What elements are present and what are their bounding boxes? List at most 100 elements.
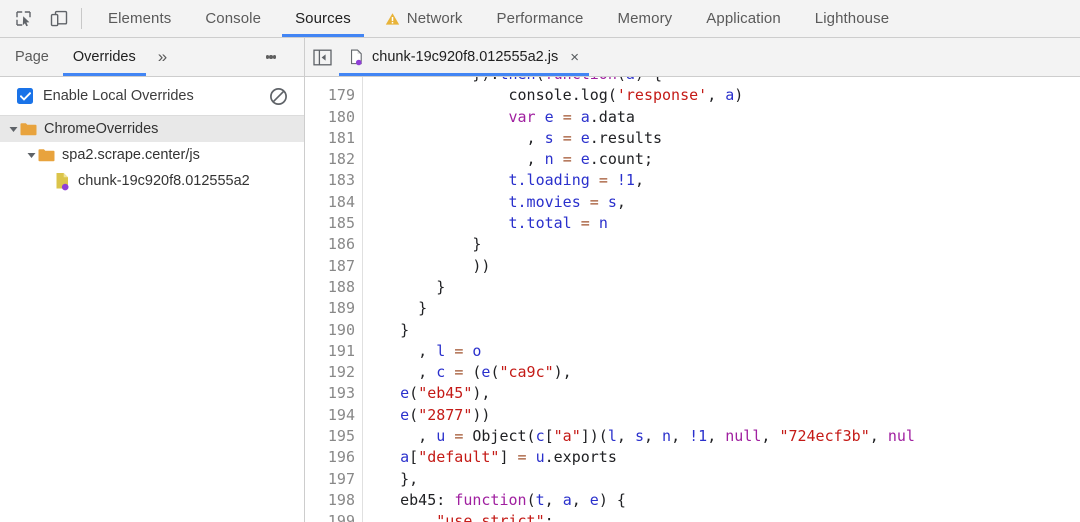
clear-configuration-button[interactable]: [269, 77, 288, 115]
navigator-tab-overrides[interactable]: Overrides: [61, 38, 148, 76]
code-line[interactable]: }: [364, 234, 1080, 255]
code-line[interactable]: , s = e.results: [364, 128, 1080, 149]
line-number: 181: [327, 128, 355, 147]
line-number: 185: [327, 214, 355, 233]
tree-item-chrome-overrides[interactable]: ChromeOverrides: [0, 116, 304, 142]
tab-console[interactable]: Console: [188, 0, 278, 37]
code-line[interactable]: e("eb45"),: [364, 383, 1080, 404]
code-token: u: [436, 427, 446, 446]
code-line[interactable]: }: [364, 320, 1080, 341]
code-line[interactable]: , c = (e("ca9c"),: [364, 362, 1080, 383]
toggle-navigator-button[interactable]: [305, 38, 339, 76]
tab-network[interactable]: Network: [368, 0, 480, 37]
enable-local-overrides-row[interactable]: Enable Local Overrides: [17, 88, 194, 104]
code-line[interactable]: }: [364, 277, 1080, 298]
navigator-tab-page[interactable]: Page: [0, 38, 61, 76]
code-content[interactable]: }).then(function(a) { console.log('respo…: [363, 77, 1080, 522]
code-token: a: [562, 490, 572, 509]
code-token: =: [517, 448, 527, 467]
code-token: =: [580, 214, 590, 233]
code-viewport[interactable]: 1781791801811821831841851861871881891901…: [305, 77, 1080, 522]
code-line[interactable]: , n = e.count;: [364, 149, 1080, 170]
tab-lighthouse-label: Lighthouse: [814, 10, 890, 27]
code-token: (: [409, 405, 419, 424]
code-token: [: [409, 448, 419, 467]
navigator-more-tabs-button[interactable]: »: [148, 38, 177, 76]
tree-item-spa2-scrape-center-js[interactable]: spa2.scrape.center/js: [0, 142, 304, 168]
code-token: (: [409, 384, 419, 403]
code-token: t: [535, 490, 545, 509]
code-line[interactable]: t.total = n: [364, 213, 1080, 234]
line-number: 190: [327, 320, 355, 339]
code-line[interactable]: a["default"] = u.exports: [364, 447, 1080, 468]
tab-memory[interactable]: Memory: [601, 0, 690, 37]
code-token: t: [508, 214, 518, 233]
line-number: 188: [327, 277, 355, 296]
code-token: e: [400, 405, 410, 424]
code-token: !1: [689, 427, 708, 446]
code-token: )): [364, 256, 491, 275]
line-number: 193: [327, 384, 355, 403]
tree-item-chunk-file[interactable]: chunk-19c920f8.012555a2: [0, 168, 304, 194]
code-token: ),: [553, 363, 572, 382]
tree-item-label: ChromeOverrides: [44, 121, 159, 137]
line-number: 192: [327, 363, 355, 382]
code-token: l: [436, 341, 446, 360]
code-line[interactable]: }).then(function(a) {: [364, 77, 1080, 85]
tab-lighthouse[interactable]: Lighthouse: [798, 0, 906, 37]
code-line[interactable]: , u = Object(c["a"])(l, s, n, !1, null, …: [364, 426, 1080, 447]
enable-local-overrides-checkbox[interactable]: [17, 88, 33, 104]
line-number: 186: [327, 235, 355, 254]
tab-network-label: Network: [406, 10, 463, 27]
code-line[interactable]: console.log('response', a): [364, 85, 1080, 106]
sources-panel: Page Overrides » Enable Local Overrides …: [0, 38, 1080, 522]
code-token: t: [508, 192, 518, 211]
code-line[interactable]: t.movies = s,: [364, 192, 1080, 213]
code-token: s: [634, 427, 644, 446]
code-token: a: [626, 77, 635, 83]
warning-triangle-icon: [385, 12, 400, 26]
code-line[interactable]: }: [364, 298, 1080, 319]
code-line[interactable]: , l = o: [364, 341, 1080, 362]
code-token: e: [580, 150, 590, 169]
code-token: var: [508, 107, 536, 126]
code-line[interactable]: var e = a.data: [364, 107, 1080, 128]
tab-performance[interactable]: Performance: [480, 0, 601, 37]
device-toolbar-icon[interactable]: [46, 6, 72, 32]
disclosure-triangle-expanded-icon[interactable]: [24, 148, 38, 162]
javascript-file-icon: [55, 172, 71, 191]
tab-application[interactable]: Application: [689, 0, 797, 37]
overrides-file-tree: ChromeOverrides spa2.scrape.center/js ch…: [0, 116, 304, 522]
editor-tab-chunk-file[interactable]: chunk-19c920f8.012555a2.js ×: [339, 38, 589, 76]
code-line[interactable]: t.loading = !1,: [364, 170, 1080, 191]
line-number: 197: [327, 469, 355, 488]
tab-elements[interactable]: Elements: [91, 0, 188, 37]
code-line[interactable]: },: [364, 469, 1080, 490]
close-icon[interactable]: ×: [570, 50, 579, 65]
inspect-element-icon[interactable]: [10, 6, 36, 32]
tab-sources[interactable]: Sources: [278, 0, 368, 37]
line-number: 179: [327, 86, 355, 105]
code-line[interactable]: "use strict";: [364, 511, 1080, 522]
code-token: ,: [364, 427, 437, 446]
tab-elements-label: Elements: [108, 10, 172, 27]
navigator-menu-button[interactable]: [260, 38, 282, 76]
code-line[interactable]: eb45: function(t, a, e) {: [364, 490, 1080, 511]
javascript-file-icon: [350, 49, 364, 66]
code-token: ])(: [580, 427, 608, 446]
navigator-tab-overrides-label: Overrides: [72, 49, 136, 65]
code-token: ,: [364, 363, 437, 382]
code-line[interactable]: e("2877")): [364, 405, 1080, 426]
code-line[interactable]: )): [364, 256, 1080, 277]
tree-item-label: spa2.scrape.center/js: [62, 147, 200, 163]
disclosure-triangle-expanded-icon[interactable]: [6, 122, 20, 136]
